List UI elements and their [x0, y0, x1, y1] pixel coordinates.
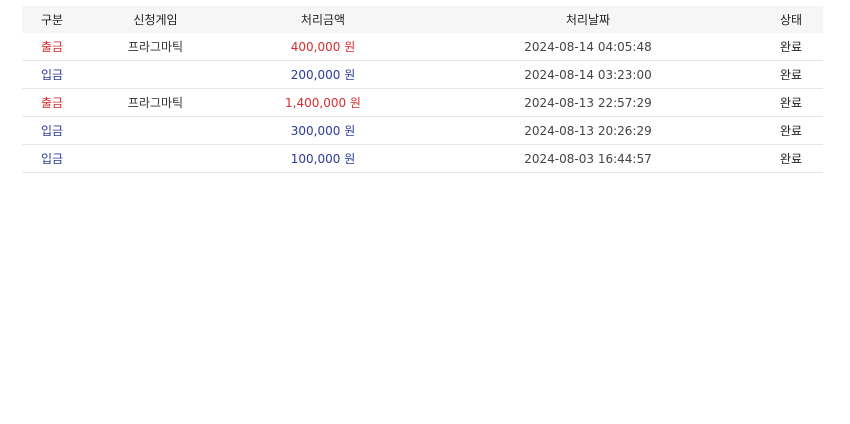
row-game: [82, 116, 229, 145]
row-amount: 100,000 원: [229, 144, 417, 173]
row-type: 입금: [22, 116, 82, 145]
table-row: 출금 프라그마틱 400,000 원 2024-08-14 04:05:48 완…: [22, 33, 823, 61]
header-row: 구분 신청게임 처리금액 처리날짜 상태: [22, 6, 823, 33]
row-date: 2024-08-03 16:44:57: [417, 144, 759, 173]
table-row: 입금 300,000 원 2024-08-13 20:26:29 완료: [22, 116, 823, 145]
row-game: [82, 144, 229, 173]
header-game: 신청게임: [133, 13, 178, 27]
row-type: 입금: [22, 60, 82, 89]
header-type: 구분: [40, 13, 64, 27]
row-game: 프라그마틱: [82, 33, 229, 61]
row-type: 입금: [22, 144, 82, 173]
transaction-table: 구분 신청게임 처리금액 처리날짜 상태 출금 프라그마틱 400,000 원 …: [22, 6, 823, 173]
table-row: 입금 200,000 원 2024-08-14 03:23:00 완료: [22, 60, 823, 89]
header-status: 상태: [779, 13, 803, 27]
header-amount: 처리금액: [300, 13, 346, 27]
row-amount: 400,000 원: [229, 33, 417, 61]
row-status: 완료: [759, 116, 823, 145]
row-game: [82, 60, 229, 89]
row-status: 완료: [759, 88, 823, 117]
row-amount: 200,000 원: [229, 60, 417, 89]
row-amount: 300,000 원: [229, 116, 417, 145]
table-row: 출금 프라그마틱 1,400,000 원 2024-08-13 22:57:29…: [22, 88, 823, 117]
table-body: 출금 프라그마틱 400,000 원 2024-08-14 04:05:48 완…: [22, 33, 823, 173]
row-status: 완료: [759, 60, 823, 89]
row-type: 출금: [22, 88, 82, 117]
row-date: 2024-08-14 04:05:48: [417, 33, 759, 61]
row-date: 2024-08-13 22:57:29: [417, 88, 759, 117]
row-game: 프라그마틱: [82, 88, 229, 117]
row-type: 출금: [22, 33, 82, 61]
row-date: 2024-08-14 03:23:00: [417, 60, 759, 89]
table-header: 구분 신청게임 처리금액 처리날짜 상태: [22, 6, 823, 33]
row-amount: 1,400,000 원: [229, 88, 417, 117]
row-status: 완료: [759, 144, 823, 173]
row-date: 2024-08-13 20:26:29: [417, 116, 759, 145]
header-date: 처리날짜: [565, 13, 611, 27]
transaction-history: 구분 신청게임 처리금액 처리날짜 상태 출금 프라그마틱 400,000 원 …: [22, 6, 823, 173]
row-status: 완료: [759, 33, 823, 61]
table-row: 입금 100,000 원 2024-08-03 16:44:57 완료: [22, 144, 823, 173]
